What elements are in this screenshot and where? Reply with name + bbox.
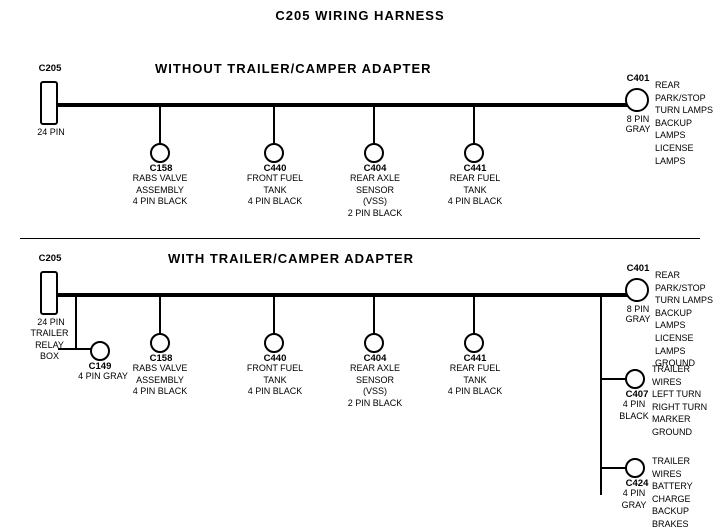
bottom-c407-label: TRAILER WIRESLEFT TURNRIGHT TURNMARKERGR… (652, 363, 720, 439)
trailer-relay-hline (58, 295, 60, 297)
bottom-c407-desc: 4 PINBLACK (614, 399, 654, 422)
top-c441-circle (464, 143, 484, 163)
bottom-main-line (55, 293, 635, 297)
top-c404-desc: REAR AXLESENSOR(VSS)2 PIN BLACK (345, 173, 405, 220)
trailer-relay-label: TRAILERRELAYBOX (22, 328, 77, 363)
top-c441-desc: REAR FUELTANK4 PIN BLACK (445, 173, 505, 208)
section2-label: WITH TRAILER/CAMPER ADAPTER (168, 251, 414, 266)
bottom-c404-desc: REAR AXLESENSOR(VSS)2 PIN BLACK (345, 363, 405, 410)
top-left-connector-id: C205 (30, 63, 70, 75)
bottom-right-connector-id: C401 (618, 263, 658, 275)
top-c158-vline (159, 105, 161, 145)
bottom-c158-vline (159, 295, 161, 335)
top-c404-circle (364, 143, 384, 163)
bottom-c158-circle (150, 333, 170, 353)
top-left-connector-pins: 24 PIN (30, 127, 72, 139)
top-main-line (55, 103, 635, 107)
bottom-c424-label: TRAILER WIRESBATTERY CHARGEBACKUPBRAKES (652, 455, 720, 531)
bottom-c441-vline (473, 295, 475, 335)
bottom-c441-desc: REAR FUELTANK4 PIN BLACK (445, 363, 505, 398)
top-right-connector-circle (625, 88, 649, 112)
section-divider (20, 238, 700, 239)
bottom-c424-desc: 4 PINGRAY (614, 488, 654, 511)
bottom-right-connector-color: GRAY (618, 314, 658, 326)
section1-label: WITHOUT TRAILER/CAMPER ADAPTER (155, 61, 432, 76)
bottom-c440-circle (264, 333, 284, 353)
bottom-left-connector-rect (40, 271, 58, 315)
bottom-left-connector-id: C205 (30, 253, 70, 265)
top-right-label: REAR PARK/STOPTURN LAMPSBACKUP LAMPSLICE… (655, 79, 720, 167)
bottom-c440-vline (273, 295, 275, 335)
top-c158-desc: RABS VALVEASSEMBLY4 PIN BLACK (130, 173, 190, 208)
diagram-container: WITHOUT TRAILER/CAMPER ADAPTER C205 24 P… (0, 23, 720, 523)
top-left-connector-rect (40, 81, 58, 125)
bottom-right-label-c401: REAR PARK/STOPTURN LAMPSBACKUP LAMPSLICE… (655, 269, 720, 370)
top-c404-vline (373, 105, 375, 145)
bottom-c149-desc: 4 PIN GRAY (78, 371, 128, 383)
bottom-c404-vline (373, 295, 375, 335)
top-right-connector-color: GRAY (618, 124, 658, 136)
bottom-right-vline (600, 295, 602, 495)
bottom-c404-circle (364, 333, 384, 353)
bottom-c424-circle (625, 458, 645, 478)
bottom-right-connector-circle (625, 278, 649, 302)
bottom-c158-desc: RABS VALVEASSEMBLY4 PIN BLACK (130, 363, 190, 398)
bottom-left-connector-pins: 24 PIN (30, 317, 72, 329)
top-c441-vline (473, 105, 475, 145)
bottom-c407-circle (625, 369, 645, 389)
bottom-c440-desc: FRONT FUELTANK4 PIN BLACK (245, 363, 305, 398)
page-title: C205 WIRING HARNESS (0, 0, 720, 23)
top-c440-circle (264, 143, 284, 163)
top-right-connector-id: C401 (618, 73, 658, 85)
bottom-c149-circle (90, 341, 110, 361)
top-c440-desc: FRONT FUELTANK4 PIN BLACK (245, 173, 305, 208)
top-c440-vline (273, 105, 275, 145)
bottom-c441-circle (464, 333, 484, 353)
top-c158-circle (150, 143, 170, 163)
